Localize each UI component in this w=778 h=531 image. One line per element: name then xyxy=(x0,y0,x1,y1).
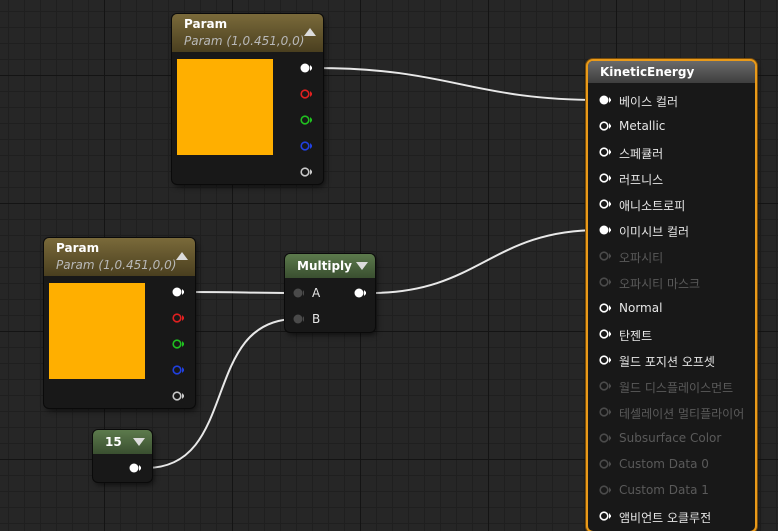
input-pin-4[interactable] xyxy=(598,198,611,210)
input-pin-label-8: Normal xyxy=(619,301,663,315)
input-pin-16[interactable] xyxy=(598,510,611,522)
wire-multiply-to-emissive xyxy=(369,229,601,294)
input-pin-12[interactable] xyxy=(598,406,611,418)
input-pin-3[interactable] xyxy=(598,172,611,184)
input-pin-label-11: 월드 디스플레이스먼트 xyxy=(619,381,734,395)
input-pin-13[interactable] xyxy=(598,432,611,444)
multiply-node-title: Multiply xyxy=(297,259,352,273)
input-pin-label-6: 오파시티 xyxy=(619,251,664,265)
input-pin-b[interactable] xyxy=(292,313,304,325)
output-pin-g[interactable] xyxy=(300,114,312,126)
input-pin-label-15: Custom Data 1 xyxy=(619,483,709,497)
input-pin-label-12: 테셀레이션 멀티플라이어 xyxy=(619,407,745,421)
multiply-node[interactable]: Multiply A B xyxy=(285,254,375,332)
input-pin-0[interactable] xyxy=(598,94,611,106)
input-pin-label-3: 러프니스 xyxy=(619,173,664,187)
input-pin-5[interactable] xyxy=(598,224,611,236)
param-node-1-header[interactable]: Param Param (1,0.451,0,0) xyxy=(172,14,323,52)
input-pin-label-1: Metallic xyxy=(619,119,666,133)
constant-output-pin[interactable] xyxy=(129,462,141,474)
input-pin-label-16: 앰비언트 오클루전 xyxy=(619,511,712,525)
wire-param1-to-base-color xyxy=(315,67,601,101)
output-pin-a[interactable] xyxy=(300,166,312,178)
input-pin-a[interactable] xyxy=(292,287,304,299)
param-node-2-subtitle: Param (1,0.451,0,0) xyxy=(56,258,177,272)
kinetic-energy-title: KineticEnergy xyxy=(600,65,695,79)
input-pin-1[interactable] xyxy=(598,120,611,132)
constant-node-header[interactable]: 15 xyxy=(93,430,152,454)
input-pin-label-9: 탄젠트 xyxy=(619,329,653,343)
input-pin-label-0: 베이스 컬러 xyxy=(619,95,679,109)
param-node-1-subtitle: Param (1,0.451,0,0) xyxy=(184,34,305,48)
param-node-2-header[interactable]: Param Param (1,0.451,0,0) xyxy=(44,238,195,276)
input-pin-label-7: 오파시티 마스크 xyxy=(619,277,701,291)
collapse-arrow-icon[interactable] xyxy=(356,262,368,270)
param-node-2-color-preview xyxy=(49,283,145,379)
constant-node-value: 15 xyxy=(105,435,122,449)
input-pin-9[interactable] xyxy=(598,328,611,340)
kinetic-energy-header[interactable]: KineticEnergy xyxy=(588,61,755,83)
param-node-1[interactable]: Param Param (1,0.451,0,0) xyxy=(172,14,323,184)
output-pin-r[interactable] xyxy=(172,312,184,324)
input-pin-14[interactable] xyxy=(598,458,611,470)
input-pin-10[interactable] xyxy=(598,354,611,366)
output-pin-b[interactable] xyxy=(172,364,184,376)
kinetic-energy-node[interactable]: KineticEnergy 베이스 컬러 Metallic 스페큘러러프니스애니소트… xyxy=(588,61,755,531)
input-pin-15[interactable] xyxy=(598,484,611,496)
input-pin-6[interactable] xyxy=(598,250,611,262)
multiply-node-header[interactable]: Multiply xyxy=(285,254,375,278)
collapse-arrow-icon[interactable] xyxy=(176,252,188,260)
output-pin-rgba[interactable] xyxy=(172,286,184,298)
input-pin-label-10: 월드 포지션 오프셋 xyxy=(619,355,715,369)
input-pin-8[interactable] xyxy=(598,302,611,314)
output-pin-g[interactable] xyxy=(172,338,184,350)
multiply-output-pin[interactable] xyxy=(354,287,366,299)
input-pin-label-2: 스페큘러 xyxy=(619,147,664,161)
input-pin-7[interactable] xyxy=(598,276,611,288)
input-pin-label-5: 이미시브 컬러 xyxy=(619,225,690,239)
param-node-2[interactable]: Param Param (1,0.451,0,0) xyxy=(44,238,195,408)
input-pin-label-14: Custom Data 0 xyxy=(619,457,709,471)
param-node-2-title: Param xyxy=(56,241,100,255)
output-pin-r[interactable] xyxy=(300,88,312,100)
param-node-1-title: Param xyxy=(184,17,228,31)
output-pin-a[interactable] xyxy=(172,390,184,402)
input-pin-label-4: 애니소트로피 xyxy=(619,199,686,213)
collapse-arrow-icon[interactable] xyxy=(133,438,145,446)
input-pin-11[interactable] xyxy=(598,380,611,392)
output-pin-rgba[interactable] xyxy=(300,62,312,74)
input-pin-b-label: B xyxy=(312,312,321,326)
wire-param2-to-multiply-a xyxy=(187,291,297,294)
param-node-1-color-preview xyxy=(177,59,273,155)
input-pin-2[interactable] xyxy=(598,146,611,158)
collapse-arrow-icon[interactable] xyxy=(304,28,316,36)
constant-node[interactable]: 15 xyxy=(93,430,152,482)
input-pin-a-label: A xyxy=(312,286,321,300)
output-pin-b[interactable] xyxy=(300,140,312,152)
input-pin-label-13: Subsurface Color xyxy=(619,431,722,445)
